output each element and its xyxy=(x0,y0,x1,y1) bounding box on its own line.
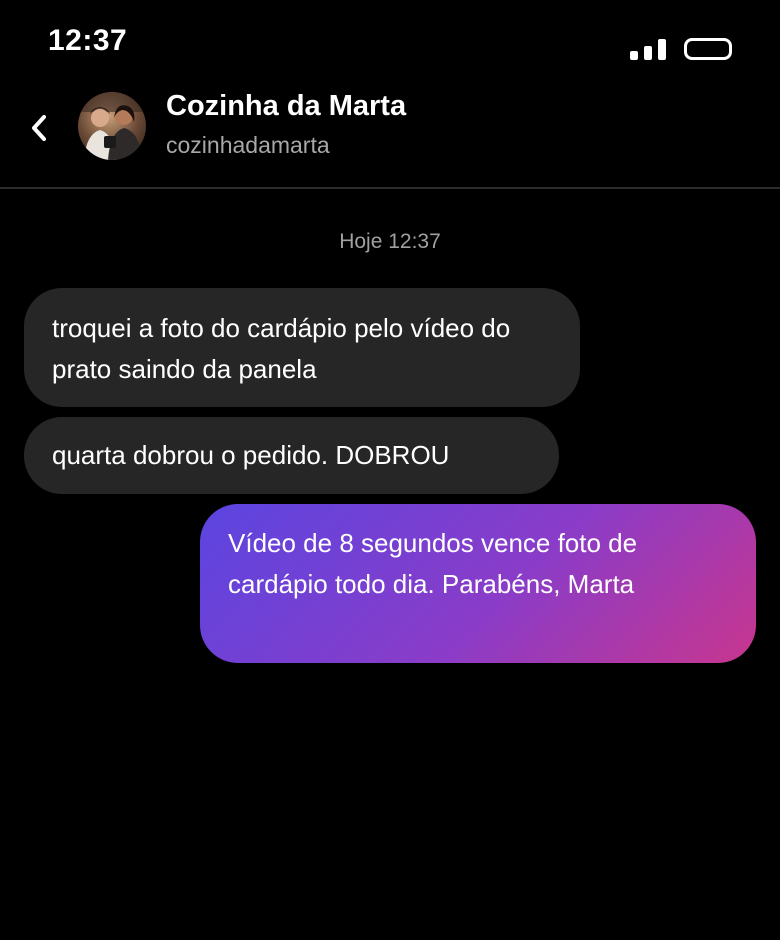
status-time: 12:37 xyxy=(48,24,128,57)
contact-handle: cozinhadamarta xyxy=(166,132,330,158)
chevron-left-icon xyxy=(32,115,46,141)
avatar[interactable] xyxy=(78,92,146,160)
message-timestamp: Hoje 12:37 xyxy=(339,230,441,253)
contact-name[interactable]: Cozinha da Marta xyxy=(166,90,406,123)
incoming-message[interactable]: troquei a foto do cardápio pelo vídeo do… xyxy=(24,288,580,407)
chat-screen: 12:37 Cozinha da Marta cozinhadamarta Ho… xyxy=(0,0,780,940)
back-button[interactable] xyxy=(22,106,56,150)
signal-icon xyxy=(630,38,668,60)
incoming-message[interactable]: quarta dobrou o pedido. DOBROU xyxy=(24,417,559,494)
chat-header: Cozinha da Marta cozinhadamarta xyxy=(0,80,780,189)
outgoing-message[interactable]: Vídeo de 8 segundos vence foto de cardáp… xyxy=(200,504,756,663)
battery-icon xyxy=(684,38,732,60)
status-bar: 12:37 xyxy=(0,0,780,80)
